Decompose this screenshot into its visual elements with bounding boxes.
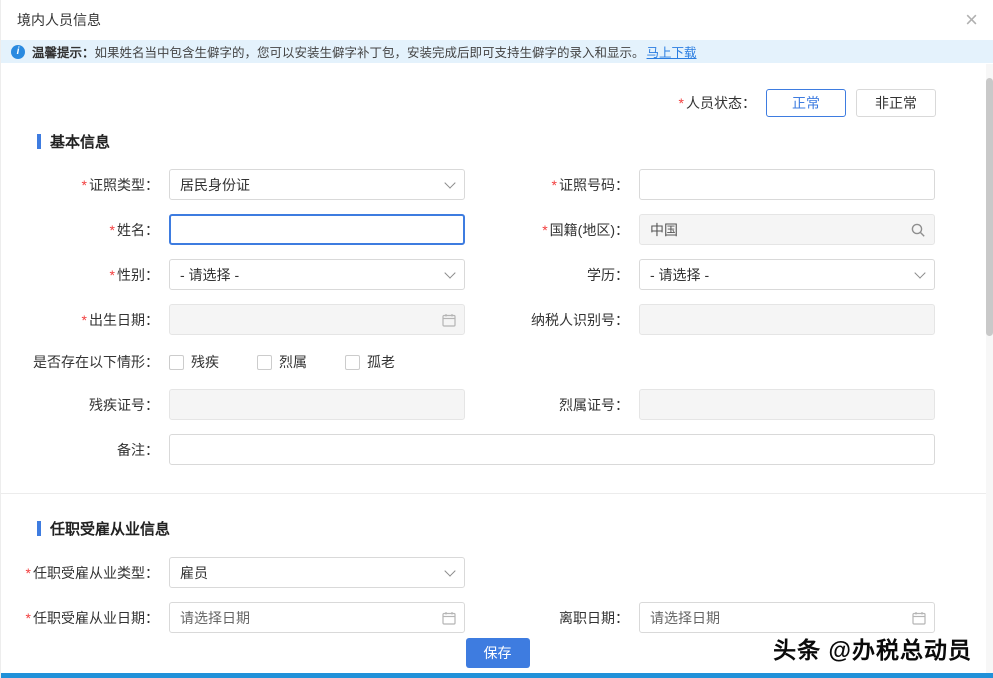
nationality-field[interactable]: 中国 bbox=[639, 214, 935, 245]
employ-date-field bbox=[169, 602, 465, 633]
section-employment-info: 任职受雇从业信息 bbox=[37, 518, 993, 539]
checkbox-icon[interactable] bbox=[257, 355, 272, 370]
education-select[interactable]: - 请选择 - bbox=[639, 259, 935, 290]
download-link[interactable]: 马上下载 bbox=[647, 42, 697, 61]
form-row-name: *姓名： *国籍(地区)： 中国 bbox=[1, 214, 993, 245]
checkbox-disability[interactable]: 残疾 bbox=[169, 352, 219, 372]
checkbox-martyr[interactable]: 烈属 bbox=[257, 352, 307, 372]
form-row-birth: *出生日期： 纳税人识别号： bbox=[1, 304, 993, 335]
form-row-situation: 是否存在以下情形： 残疾 烈属 孤老 bbox=[1, 349, 993, 375]
form-row-gender: *性别： - 请选择 - 学历： - 请选择 - bbox=[1, 259, 993, 290]
disability-no-label: 残疾证号： bbox=[1, 395, 169, 415]
status-row: *人员状态： 正常 非正常 bbox=[1, 89, 936, 117]
save-button[interactable]: 保存 bbox=[466, 638, 530, 668]
form-row-employ-date: *任职受雇从业日期： 离职日期： bbox=[1, 602, 993, 633]
info-icon: i bbox=[11, 45, 25, 59]
watermark-text: 头条 @办税总动员 bbox=[773, 631, 972, 665]
cert-type-select[interactable]: 居民身份证 bbox=[169, 169, 465, 200]
remark-field bbox=[169, 434, 935, 465]
form-row-remark: 备注： bbox=[1, 434, 993, 465]
gender-select[interactable]: - 请选择 - bbox=[169, 259, 465, 290]
gender-label: *性别： bbox=[1, 265, 169, 285]
employ-type-value: 雇员 bbox=[180, 563, 208, 583]
disability-no-field bbox=[169, 389, 465, 420]
calendar-icon bbox=[442, 313, 456, 327]
status-abnormal-button[interactable]: 非正常 bbox=[856, 89, 936, 117]
scrollbar-thumb[interactable] bbox=[986, 78, 993, 336]
education-value: - 请选择 - bbox=[650, 265, 709, 285]
calendar-icon bbox=[442, 611, 456, 625]
leave-date-input[interactable] bbox=[650, 610, 924, 626]
name-field bbox=[169, 214, 465, 245]
leave-date-field bbox=[639, 602, 935, 633]
section-marker bbox=[37, 134, 41, 149]
nationality-value: 中国 bbox=[650, 220, 678, 240]
notice-text: 如果姓名当中包含生僻字的，您可以安装生僻字补丁包，安装完成后即可支持生僻字的录入… bbox=[95, 42, 645, 61]
close-icon[interactable]: × bbox=[965, 9, 978, 31]
employ-type-select[interactable]: 雇员 bbox=[169, 557, 465, 588]
status-normal-button[interactable]: 正常 bbox=[766, 89, 846, 117]
birthdate-label: *出生日期： bbox=[1, 310, 169, 330]
personnel-info-dialog: 境内人员信息 × i 温馨提示： 如果姓名当中包含生僻字的，您可以安装生僻字补丁… bbox=[0, 0, 993, 678]
education-label: 学历： bbox=[469, 265, 639, 285]
cert-no-label: *证照号码： bbox=[469, 175, 639, 195]
dialog-titlebar: 境内人员信息 × bbox=[1, 0, 993, 40]
situation-options: 残疾 烈属 孤老 bbox=[169, 349, 939, 375]
notice-prefix: 温馨提示： bbox=[32, 42, 95, 61]
checkbox-elderly[interactable]: 孤老 bbox=[345, 352, 395, 372]
chevron-down-icon bbox=[444, 565, 455, 576]
employ-date-input[interactable] bbox=[180, 610, 454, 626]
remark-label: 备注： bbox=[1, 440, 169, 460]
chevron-down-icon bbox=[914, 267, 925, 278]
birthdate-field bbox=[169, 304, 465, 335]
section-title-employment: 任职受雇从业信息 bbox=[50, 518, 170, 539]
form-row-employ-type: *任职受雇从业类型： 雇员 bbox=[1, 557, 993, 588]
name-label: *姓名： bbox=[1, 220, 169, 240]
employ-type-label: *任职受雇从业类型： bbox=[1, 563, 169, 583]
calendar-icon bbox=[912, 611, 926, 625]
cert-type-label: *证照类型： bbox=[1, 175, 169, 195]
cert-type-value: 居民身份证 bbox=[180, 175, 250, 195]
search-icon[interactable] bbox=[910, 222, 926, 238]
section-title-basic: 基本信息 bbox=[50, 131, 110, 152]
name-input[interactable] bbox=[180, 222, 454, 238]
form-row-cert: *证照类型： 居民身份证 *证照号码： bbox=[1, 169, 993, 200]
taxpayer-no-field bbox=[639, 304, 935, 335]
form-row-certs2: 残疾证号： 烈属证号： bbox=[1, 389, 993, 420]
required-star: * bbox=[679, 95, 684, 111]
martyr-no-label: 烈属证号： bbox=[469, 395, 639, 415]
gender-value: - 请选择 - bbox=[180, 265, 239, 285]
remark-input[interactable] bbox=[180, 442, 924, 458]
section-divider bbox=[1, 493, 993, 494]
bottom-strip bbox=[1, 673, 993, 678]
status-label: *人员状态： bbox=[679, 93, 756, 113]
situation-label: 是否存在以下情形： bbox=[1, 352, 169, 372]
section-basic-info: 基本信息 bbox=[37, 131, 993, 152]
cert-no-field bbox=[639, 169, 935, 200]
leave-date-label: 离职日期： bbox=[469, 608, 639, 628]
martyr-no-field bbox=[639, 389, 935, 420]
chevron-down-icon bbox=[444, 177, 455, 188]
employ-date-label: *任职受雇从业日期： bbox=[1, 608, 169, 628]
section-marker bbox=[37, 521, 41, 536]
dialog-title: 境内人员信息 bbox=[17, 10, 101, 30]
checkbox-icon[interactable] bbox=[169, 355, 184, 370]
chevron-down-icon bbox=[444, 267, 455, 278]
checkbox-icon[interactable] bbox=[345, 355, 360, 370]
cert-no-input[interactable] bbox=[650, 177, 924, 193]
nationality-label: *国籍(地区)： bbox=[469, 220, 639, 240]
taxpayer-no-label: 纳税人识别号： bbox=[469, 310, 639, 330]
notice-bar: i 温馨提示： 如果姓名当中包含生僻字的，您可以安装生僻字补丁包，安装完成后即可… bbox=[1, 40, 993, 63]
